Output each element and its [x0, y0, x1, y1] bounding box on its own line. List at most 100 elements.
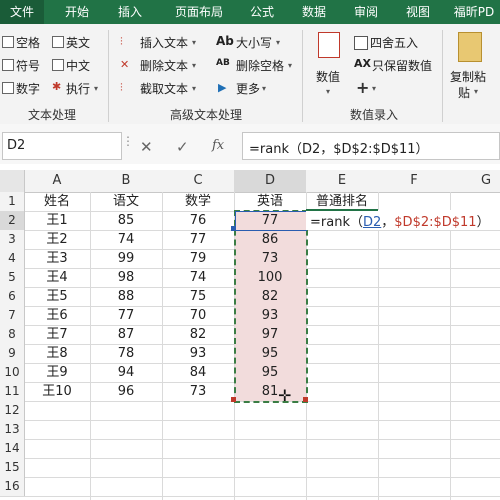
table-cell[interactable]: 75 — [162, 287, 234, 306]
header-cell-chinese[interactable]: 语文 — [90, 192, 162, 211]
more-button[interactable]: 更多 — [236, 80, 260, 97]
table-cell[interactable]: 82 — [162, 325, 234, 344]
tab-home[interactable]: 开始 — [52, 0, 102, 24]
column-header-e[interactable]: E — [306, 170, 378, 192]
active-cell-editor[interactable]: =rank（D2，$D$2:$D$11） — [306, 210, 500, 230]
grid-line — [0, 496, 500, 497]
row-header[interactable]: 4 — [0, 249, 25, 268]
checkbox-english[interactable] — [52, 36, 64, 48]
row-header[interactable]: 5 — [0, 268, 25, 287]
remove-space-button[interactable]: 删除空格 — [236, 57, 284, 74]
extract-text-button[interactable]: 截取文本 — [140, 80, 188, 97]
table-cell[interactable]: 84 — [162, 363, 234, 382]
row-header[interactable]: 9 — [0, 344, 25, 363]
table-cell[interactable]: 王9 — [24, 363, 90, 382]
group-label-text-processing: 文本处理 — [28, 108, 77, 122]
table-cell[interactable]: 王5 — [24, 287, 90, 306]
table-cell[interactable]: 王1 — [24, 211, 90, 230]
column-header-b[interactable]: B — [90, 170, 162, 192]
formula-input[interactable]: =rank（D2，$D$2:$D$11） — [242, 132, 500, 160]
plus-icon[interactable]: + — [356, 78, 369, 97]
table-cell[interactable]: 王4 — [24, 268, 90, 287]
row-header[interactable]: 15 — [0, 458, 25, 477]
table-cell[interactable]: 王6 — [24, 306, 90, 325]
table-cell[interactable]: 70 — [162, 306, 234, 325]
table-cell[interactable]: 85 — [90, 211, 162, 230]
table-cell[interactable]: 87 — [90, 325, 162, 344]
row-header[interactable]: 12 — [0, 401, 25, 420]
table-cell[interactable]: 76 — [162, 211, 234, 230]
table-cell[interactable]: 99 — [90, 249, 162, 268]
cancel-icon[interactable]: ✕ — [140, 138, 153, 156]
keep-number-button[interactable]: 只保留数值 — [372, 57, 432, 74]
row-header[interactable]: 1 — [0, 192, 25, 211]
row-header[interactable]: 11 — [0, 382, 25, 401]
insert-text-button[interactable]: 插入文本 — [140, 34, 188, 51]
table-cell[interactable]: 79 — [162, 249, 234, 268]
header-cell-name[interactable]: 姓名 — [24, 192, 90, 211]
table-cell[interactable]: 78 — [90, 344, 162, 363]
row-header[interactable]: 14 — [0, 439, 25, 458]
table-cell[interactable]: 王10 — [24, 382, 90, 401]
row-header[interactable]: 13 — [0, 420, 25, 439]
row-header[interactable]: 3 — [0, 230, 25, 249]
table-cell[interactable]: 王3 — [24, 249, 90, 268]
table-cell[interactable]: 93 — [162, 344, 234, 363]
range-handle[interactable] — [231, 397, 236, 402]
row-header[interactable]: 2 — [0, 211, 25, 230]
column-header-d[interactable]: D — [234, 170, 306, 192]
enter-icon[interactable]: ✓ — [176, 138, 189, 156]
row-header[interactable]: 16 — [0, 477, 25, 496]
table-cell[interactable]: 王2 — [24, 230, 90, 249]
header-cell-english[interactable]: 英语 — [234, 192, 306, 211]
range-handle[interactable] — [303, 397, 308, 402]
tab-view[interactable]: 视图 — [398, 0, 438, 24]
insert-function-icon[interactable]: fx — [212, 138, 224, 153]
row-header[interactable]: 10 — [0, 363, 25, 382]
table-cell[interactable]: 88 — [90, 287, 162, 306]
table-cell[interactable]: 98 — [90, 268, 162, 287]
column-header-c[interactable]: C — [162, 170, 234, 192]
tab-page-layout[interactable]: 页面布局 — [162, 0, 236, 24]
table-cell[interactable]: 74 — [90, 230, 162, 249]
row-header[interactable]: 7 — [0, 306, 25, 325]
checkbox-chinese[interactable] — [52, 59, 64, 71]
table-cell[interactable]: 73 — [162, 382, 234, 401]
name-box[interactable]: D2 — [2, 132, 122, 160]
execute-icon: ✱ — [52, 80, 62, 93]
table-cell[interactable]: 74 — [162, 268, 234, 287]
table-cell[interactable]: 77 — [162, 230, 234, 249]
tab-insert[interactable]: 插入 — [108, 0, 152, 24]
table-cell[interactable]: 王7 — [24, 325, 90, 344]
row-header[interactable]: 6 — [0, 287, 25, 306]
column-header-f[interactable]: F — [378, 170, 450, 192]
select-all-corner[interactable] — [0, 170, 25, 192]
header-cell-math[interactable]: 数学 — [162, 192, 234, 211]
range-handle[interactable] — [231, 226, 236, 231]
table-cell[interactable]: 96 — [90, 382, 162, 401]
delete-text-button[interactable]: 删除文本 — [140, 57, 188, 74]
case-button[interactable]: 大小写 — [236, 34, 272, 51]
tab-foxit-pdf[interactable]: 福昕PD — [448, 0, 500, 24]
execute-button[interactable]: 执行 — [66, 80, 90, 97]
column-header-g[interactable]: G — [450, 170, 500, 192]
numeric-value-button[interactable]: 数值 — [316, 68, 340, 85]
row-header[interactable]: 8 — [0, 325, 25, 344]
table-cell[interactable]: 94 — [90, 363, 162, 382]
round-button[interactable]: 四舍五入 — [370, 34, 418, 51]
copy-paste-button[interactable]: 复制粘 — [450, 68, 486, 85]
tab-review[interactable]: 审阅 — [346, 0, 386, 24]
edit-text-close: ） — [476, 215, 490, 230]
chevron-down-icon: ▾ — [474, 87, 479, 96]
tab-formulas[interactable]: 公式 — [242, 0, 282, 24]
table-cell[interactable]: 77 — [90, 306, 162, 325]
checkbox-number[interactable] — [2, 82, 14, 94]
grid-line — [378, 192, 379, 500]
checkbox-symbol[interactable] — [2, 59, 14, 71]
tab-data[interactable]: 数据 — [294, 0, 334, 24]
table-cell[interactable]: 王8 — [24, 344, 90, 363]
tab-file[interactable]: 文件 — [0, 0, 44, 24]
checkbox-space[interactable] — [2, 36, 14, 48]
column-header-a[interactable]: A — [24, 170, 90, 192]
delete-text-icon: ✕ — [120, 58, 130, 71]
